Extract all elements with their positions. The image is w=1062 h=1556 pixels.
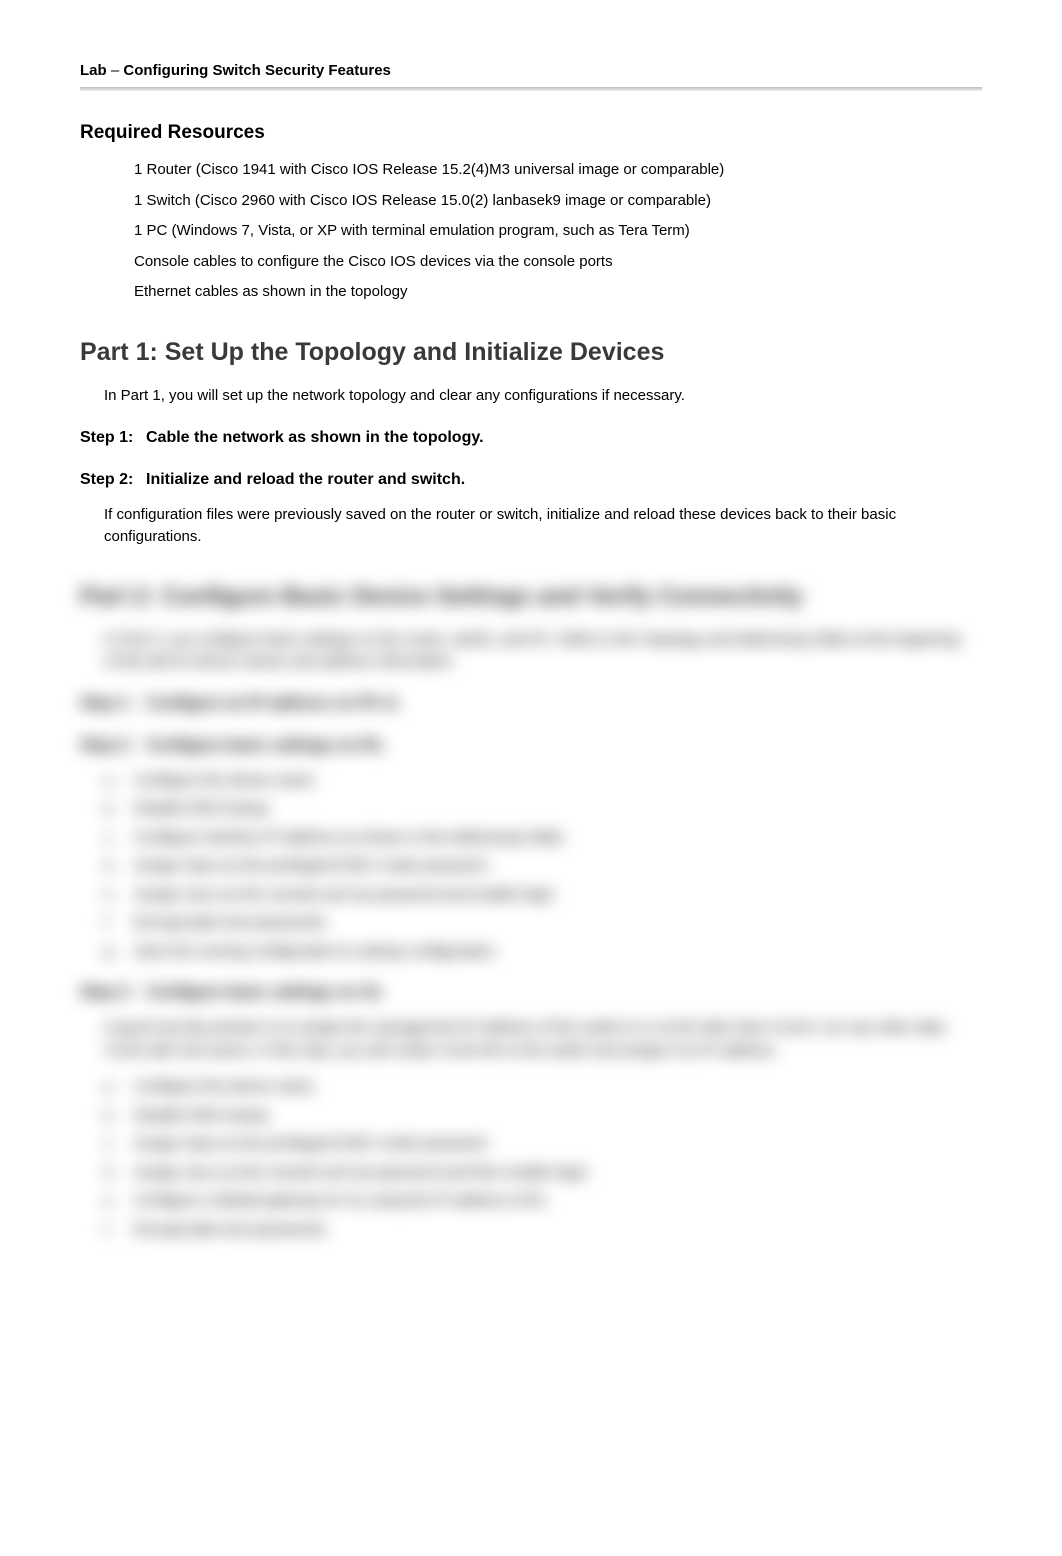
letter-label: a. (104, 770, 120, 791)
item-text: Encrypt plain text passwords. (134, 912, 329, 935)
bullet-icon:  (104, 252, 116, 273)
item-text: Assign cisco as the console and vty pass… (134, 1162, 591, 1185)
list-item:  1 PC (Windows 7, Vista, or XP with term… (104, 220, 982, 243)
p2-step2-title: Configure basic settings on R1. (146, 737, 386, 754)
item-text: Disable DNS lookup. (134, 798, 272, 821)
letter-label: e. (104, 884, 120, 905)
lab-prefix: Lab (80, 62, 107, 79)
list-item: b. Disable DNS lookup. (104, 1105, 982, 1128)
lab-dash: – (111, 62, 119, 79)
bullet-icon:  (104, 160, 116, 181)
step2-title: Initialize and reload the router and swi… (146, 471, 465, 488)
r1-config-list: a. Configure the device name. b. Disable D… (80, 770, 982, 964)
item-text: Configure a default gateway for S1 using… (134, 1190, 550, 1213)
item-text: Assign cisco as the console and vty pass… (134, 884, 558, 907)
lab-header: Lab – Configuring Switch Security Featur… (80, 60, 982, 83)
resource-text: 1 Switch (Cisco 2960 with Cisco IOS Rele… (134, 190, 711, 213)
item-text: Configure interface IP address as shown … (134, 827, 567, 850)
lab-title: Configuring Switch Security Features (123, 62, 391, 79)
resource-text: Console cables to configure the Cisco IO… (134, 251, 613, 274)
list-item: e. Assign cisco as the console and vty pa… (104, 884, 982, 907)
bullet-icon:  (104, 191, 116, 212)
list-item: d. Assign class as the privileged EXEC mo… (104, 855, 982, 878)
part1-intro: In Part 1, you will set up the network t… (104, 385, 962, 408)
list-item:  Ethernet cables as shown in the topolog… (104, 281, 982, 304)
letter-label: e. (104, 1190, 120, 1211)
letter-label: c. (104, 827, 120, 848)
list-item: f. Encrypt plain text passwords. (104, 1219, 982, 1242)
part1-heading: Part 1: Set Up the Topology and Initiali… (80, 334, 982, 372)
resource-text: Ethernet cables as shown in the topology (134, 281, 408, 304)
list-item: f. Encrypt plain text passwords. (104, 912, 982, 935)
item-text: Assign class as the privileged EXEC mode… (134, 855, 490, 878)
letter-label: b. (104, 798, 120, 819)
resource-text: 1 PC (Windows 7, Vista, or XP with termi… (134, 220, 690, 243)
list-item: c. Configure interface IP address as show… (104, 827, 982, 850)
blurred-content: Part 2: Configure Basic Device Settings … (80, 579, 982, 1242)
list-item: a. Configure the device name. (104, 1076, 982, 1099)
letter-label: g. (104, 941, 120, 962)
list-item:  Console cables to configure the Cisco I… (104, 251, 982, 274)
item-text: Assign class as the privileged EXEC mode… (134, 1133, 490, 1156)
list-item: a. Configure the device name. (104, 770, 982, 793)
item-text: Configure the device name. (134, 1076, 317, 1099)
step2-num: Step 2: (80, 468, 146, 492)
letter-label: f. (104, 1219, 120, 1240)
letter-label: a. (104, 1076, 120, 1097)
step2-body: If configuration files were previously s… (104, 504, 962, 549)
list-item:  1 Switch (Cisco 2960 with Cisco IOS Rel… (104, 190, 982, 213)
list-item: e. Configure a default gateway for S1 usi… (104, 1190, 982, 1213)
p2-step2-heading: Step 2:Configure basic settings on R1. (80, 734, 982, 758)
part2-heading: Part 2: Configure Basic Device Settings … (80, 579, 982, 615)
p2-step1-title: Configure an IP address on PC-A. (146, 695, 402, 712)
list-item:  1 Router (Cisco 1941 with Cisco IOS Rel… (104, 159, 982, 182)
step1-title: Cable the network as shown in the topolo… (146, 429, 484, 446)
part2-intro: In Part 2, you configure basic settings … (104, 629, 962, 674)
header-rule (80, 87, 982, 91)
list-item: d. Assign cisco as the console and vty pa… (104, 1162, 982, 1185)
s1-config-list: a. Configure the device name. b. Disable D… (80, 1076, 982, 1241)
item-text: Save the running configuration to startu… (134, 941, 498, 964)
list-item: g. Save the running configuration to star… (104, 941, 982, 964)
step1-num: Step 1: (80, 426, 146, 450)
letter-label: c. (104, 1133, 120, 1154)
p2-step3-title: Configure basic settings on S1. (146, 984, 385, 1001)
step2-heading: Step 2:Initialize and reload the router … (80, 468, 982, 492)
p2-step1-heading: Step 1:Configure an IP address on PC-A. (80, 692, 982, 716)
p2-step3-heading: Step 3:Configure basic settings on S1. (80, 981, 982, 1005)
p2-step2-num: Step 2: (80, 734, 146, 758)
required-resources-list:  1 Router (Cisco 1941 with Cisco IOS Rel… (80, 159, 982, 304)
bullet-icon:  (104, 221, 116, 242)
bullet-icon:  (104, 282, 116, 303)
required-resources-heading: Required Resources (80, 119, 982, 148)
item-text: Configure the device name. (134, 770, 317, 793)
list-item: b. Disable DNS lookup. (104, 798, 982, 821)
s1-intro: A good security practice is to assign th… (104, 1017, 962, 1062)
letter-label: f. (104, 912, 120, 933)
item-text: Disable DNS lookup. (134, 1105, 272, 1128)
letter-label: d. (104, 1162, 120, 1183)
p2-step1-num: Step 1: (80, 692, 146, 716)
list-item: c. Assign class as the privileged EXEC mo… (104, 1133, 982, 1156)
item-text: Encrypt plain text passwords. (134, 1219, 329, 1242)
letter-label: b. (104, 1105, 120, 1126)
p2-step3-num: Step 3: (80, 981, 146, 1005)
step1-heading: Step 1:Cable the network as shown in the… (80, 426, 982, 450)
resource-text: 1 Router (Cisco 1941 with Cisco IOS Rele… (134, 159, 724, 182)
letter-label: d. (104, 855, 120, 876)
